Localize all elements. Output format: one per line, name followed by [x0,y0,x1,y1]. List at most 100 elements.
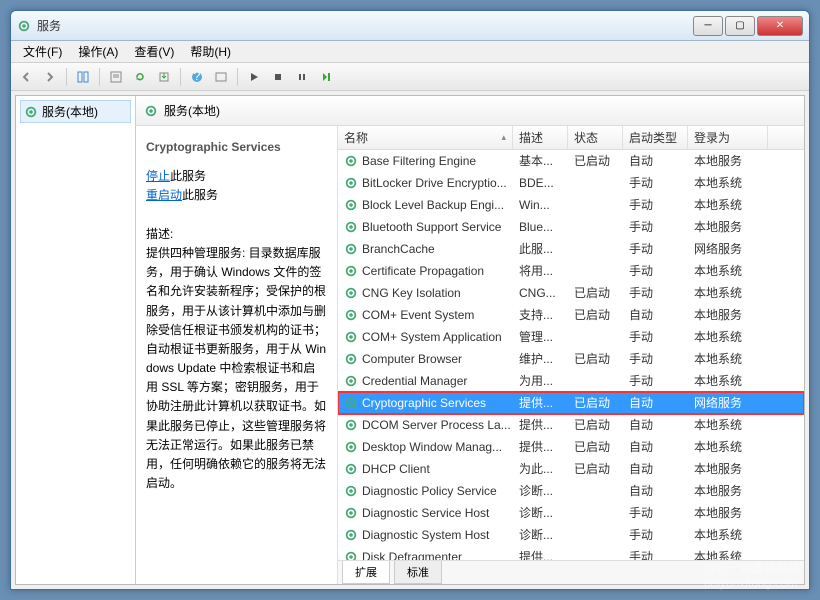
pause-service-button[interactable] [291,66,313,88]
service-row[interactable]: BranchCache此服...手动网络服务 [338,238,804,260]
cell-logon: 本地服务 [688,504,768,521]
svg-text:?: ? [194,70,201,83]
toolbar-icon[interactable] [210,66,232,88]
cell-name: BitLocker Drive Encryptio... [338,176,513,190]
help-button[interactable]: ? [186,66,208,88]
service-icon [344,352,358,366]
cell-logon: 本地系统 [688,526,768,543]
service-icon [344,462,358,476]
cell-start: 手动 [623,284,688,301]
cell-desc: 提供... [513,438,568,455]
forward-button[interactable] [39,66,61,88]
cell-start: 手动 [623,174,688,191]
service-row[interactable]: Bluetooth Support ServiceBlue...手动本地服务 [338,216,804,238]
service-row[interactable]: Diagnostic Service Host诊断...手动本地服务 [338,502,804,524]
cell-logon: 本地系统 [688,438,768,455]
service-row[interactable]: Diagnostic Policy Service诊断...自动本地服务 [338,480,804,502]
menu-help[interactable]: 帮助(H) [182,41,239,62]
menu-view[interactable]: 查看(V) [126,41,182,62]
tree-pane: 服务(本地) [16,96,136,584]
cell-name: CNG Key Isolation [338,286,513,300]
cell-logon: 本地系统 [688,328,768,345]
cell-start: 手动 [623,328,688,345]
export-button[interactable] [153,66,175,88]
service-row[interactable]: Disk Defragmenter提供...手动本地系统 [338,546,804,560]
service-icon [344,506,358,520]
cell-logon: 本地服务 [688,482,768,499]
cell-status: 已启动 [568,438,623,455]
watermark: 白云一键重装系统 baiyunxitong.com [704,559,800,590]
cell-desc: 诊断... [513,482,568,499]
service-row[interactable]: Cryptographic Services提供...已启动自动网络服务 [338,392,804,414]
tab-standard[interactable]: 标准 [394,561,442,584]
service-row[interactable]: Diagnostic System Host诊断...手动本地系统 [338,524,804,546]
service-row[interactable]: Credential Manager为用...手动本地系统 [338,370,804,392]
cell-desc: 支持... [513,306,568,323]
restart-link[interactable]: 重启动 [146,188,182,202]
services-icon [144,104,158,118]
services-icon [24,105,38,119]
separator [99,68,100,86]
cell-name: DCOM Server Process La... [338,418,513,432]
service-row[interactable]: BitLocker Drive Encryptio...BDE...手动本地系统 [338,172,804,194]
cell-desc: 将用... [513,262,568,279]
refresh-button[interactable] [129,66,151,88]
cell-start: 手动 [623,262,688,279]
cell-name: Cryptographic Services [338,396,513,410]
cell-desc: 基本... [513,152,568,169]
stop-link[interactable]: 停止 [146,169,170,183]
col-logon[interactable]: 登录为 [688,126,768,149]
back-button[interactable] [15,66,37,88]
close-button[interactable]: ✕ [757,16,803,36]
cell-start: 手动 [623,548,688,560]
cell-start: 自动 [623,482,688,499]
maximize-button[interactable]: ▢ [725,16,755,36]
service-icon [344,154,358,168]
restart-service-button[interactable] [315,66,337,88]
service-icon [344,550,358,561]
cell-name: Diagnostic Service Host [338,506,513,520]
separator [66,68,67,86]
tree-root[interactable]: 服务(本地) [20,100,131,123]
cell-name: Base Filtering Engine [338,154,513,168]
start-service-button[interactable] [243,66,265,88]
cell-start: 手动 [623,372,688,389]
stop-service-button[interactable] [267,66,289,88]
menu-file[interactable]: 文件(F) [15,41,70,62]
cell-status: 已启动 [568,284,623,301]
col-desc[interactable]: 描述 [513,126,568,149]
cell-name: COM+ Event System [338,308,513,322]
properties-button[interactable] [105,66,127,88]
col-name[interactable]: 名称▴ [338,126,513,149]
service-row[interactable]: COM+ System Application管理...手动本地系统 [338,326,804,348]
col-status[interactable]: 状态 [568,126,623,149]
service-row[interactable]: Computer Browser维护...已启动手动本地系统 [338,348,804,370]
cell-status: 已启动 [568,152,623,169]
pane-title: 服务(本地) [164,102,220,119]
service-row[interactable]: COM+ Event System支持...已启动自动本地服务 [338,304,804,326]
show-hide-button[interactable] [72,66,94,88]
service-row[interactable]: Base Filtering Engine基本...已启动自动本地服务 [338,150,804,172]
service-row[interactable]: CNG Key IsolationCNG...已启动手动本地系统 [338,282,804,304]
cell-status: 已启动 [568,394,623,411]
service-icon [344,440,358,454]
service-icon [344,242,358,256]
service-row[interactable]: DHCP Client为此...已启动自动本地服务 [338,458,804,480]
minimize-button[interactable]: ─ [693,16,723,36]
list-body: Base Filtering Engine基本...已启动自动本地服务BitLo… [338,150,804,560]
service-row[interactable]: DCOM Server Process La...提供...已启动自动本地系统 [338,414,804,436]
service-icon [344,308,358,322]
service-row[interactable]: Certificate Propagation将用...手动本地系统 [338,260,804,282]
restart-line: 重启动此服务 [146,186,327,205]
col-start[interactable]: 启动类型 [623,126,688,149]
cell-desc: CNG... [513,286,568,300]
menu-action[interactable]: 操作(A) [70,41,126,62]
cell-logon: 网络服务 [688,394,768,411]
service-row[interactable]: Desktop Window Manag...提供...已启动自动本地系统 [338,436,804,458]
service-row[interactable]: Block Level Backup Engi...Win...手动本地系统 [338,194,804,216]
cell-desc: 为用... [513,372,568,389]
tree-label: 服务(本地) [42,103,98,120]
service-icon [344,176,358,190]
tab-extended[interactable]: 扩展 [342,561,390,584]
cell-name: COM+ System Application [338,330,513,344]
